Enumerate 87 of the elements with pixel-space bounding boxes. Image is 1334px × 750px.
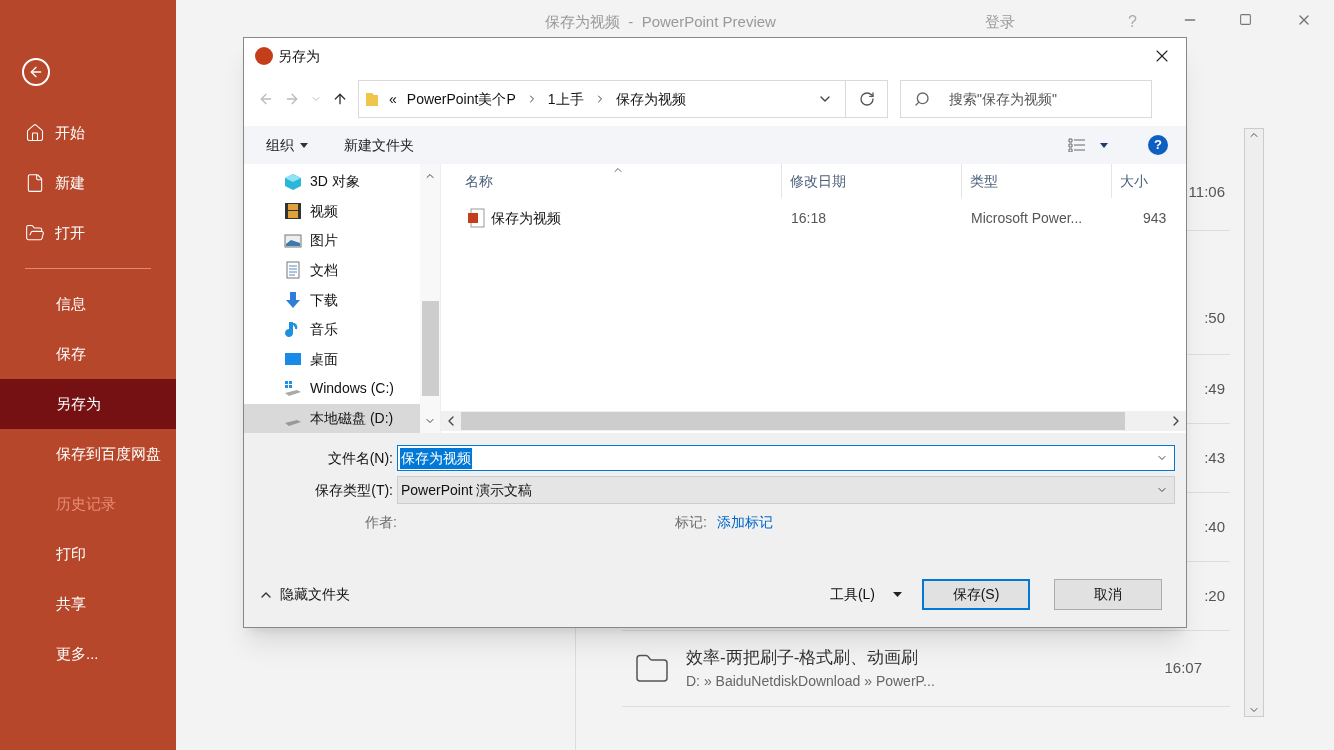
recent-folder-row[interactable]: 效率-两把刷子-格式刷、动画刷 D: » BaiduNetdiskDownload » PowerP... 16:07 — [622, 631, 1230, 707]
folder-icon — [25, 223, 45, 243]
new-folder-button[interactable]: 新建文件夹 — [344, 134, 1068, 156]
home-icon — [25, 123, 45, 143]
file-name-field[interactable]: 保存为视频 — [397, 445, 1175, 471]
folder-time: 16:07 — [1164, 658, 1202, 679]
caret-icon — [300, 142, 308, 148]
breadcrumb-item[interactable]: 保存为视频 — [615, 88, 686, 110]
organize-menu[interactable]: 组织 — [266, 134, 308, 156]
tags-label: 标记: — [675, 512, 707, 532]
nav-item[interactable]: 视频 — [244, 196, 420, 227]
recent-time: :20 — [1204, 585, 1225, 606]
drive-icon — [284, 379, 302, 398]
nav-item[interactable]: 文档 — [244, 255, 420, 286]
cube-icon — [284, 172, 302, 191]
nav-item[interactable]: 桌面 — [244, 344, 420, 374]
folder-name: 效率-两把刷子-格式刷、动画刷 — [686, 647, 920, 670]
refresh-icon — [858, 91, 875, 107]
sidebar-item[interactable]: 开始 — [0, 108, 176, 158]
add-tag-link[interactable]: 添加标记 — [716, 511, 773, 533]
scroll-thumb[interactable] — [461, 412, 1125, 430]
sidebar-item[interactable]: 保存 — [0, 329, 176, 379]
sidebar-item[interactable]: 共享 — [0, 579, 176, 629]
list-view-icon — [1068, 138, 1086, 152]
document-icon — [284, 261, 302, 280]
scroll-thumb[interactable] — [421, 301, 439, 396]
table-cell-text: 943 — [1143, 208, 1168, 228]
sidebar-item[interactable]: 更多... — [0, 629, 176, 679]
nav-item[interactable]: 音乐 — [244, 314, 420, 345]
powerpoint-icon — [254, 46, 274, 66]
recent-time: :50 — [1204, 307, 1225, 328]
sidebar-item[interactable]: 打印 — [0, 529, 176, 579]
nav-item[interactable]: Windows (C:) — [244, 373, 420, 404]
image-icon — [284, 231, 302, 250]
forward-icon[interactable] — [284, 91, 300, 107]
nav-item[interactable]: 3D 对象 — [244, 167, 420, 197]
download-arrow-icon — [284, 291, 302, 310]
dialog-title: 另存为 — [278, 46, 321, 66]
author-label: 作者: — [364, 512, 397, 532]
back-button[interactable] — [22, 58, 50, 86]
pptx-file-icon — [467, 208, 485, 228]
table-cell-text: 16:18 — [790, 208, 828, 228]
file-icon — [25, 173, 45, 193]
column-header[interactable]: 类型 — [961, 164, 1111, 198]
breadcrumb-overflow[interactable]: « — [389, 88, 397, 110]
recent-time: 11:06 — [1188, 182, 1225, 203]
up-icon[interactable] — [332, 91, 348, 107]
search-icon — [914, 91, 930, 107]
column-header[interactable]: 名称 — [441, 164, 781, 198]
folder-path: D: » BaiduNetdiskDownload » PowerP... — [686, 671, 936, 691]
cancel-button[interactable]: 取消 — [1054, 579, 1162, 610]
sidebar-item[interactable]: 另存为 — [0, 379, 176, 429]
selected-text: 保存为视频 — [400, 447, 472, 469]
search-field[interactable]: 搜索"保存为视频" — [900, 80, 1152, 118]
file-name-label: 文件名(N): — [326, 448, 394, 468]
sidebar-item[interactable]: 信息 — [0, 279, 176, 329]
folder-icon — [365, 91, 379, 107]
breadcrumb-item[interactable]: 1上手 — [547, 88, 584, 110]
hide-folders-button[interactable]: 隐藏文件夹 — [258, 584, 830, 605]
column-header[interactable]: 修改日期 — [781, 164, 961, 198]
drive-icon — [284, 420, 302, 427]
sidebar-item[interactable]: 打开 — [0, 208, 176, 258]
breadcrumb-item[interactable]: PowerPoint美个P — [406, 88, 516, 110]
file-name[interactable]: 保存为视频 — [491, 207, 561, 229]
sidebar-item[interactable]: 保存到百度网盘 — [0, 429, 176, 479]
sidebar-item[interactable]: 新建 — [0, 158, 176, 208]
film-icon — [284, 202, 302, 221]
nav-item[interactable]: 下载 — [244, 285, 420, 315]
save-button[interactable]: 保存(S) — [922, 579, 1030, 610]
nav-item[interactable]: 本地磁盘 (D:) — [244, 403, 420, 434]
recent-time: :40 — [1204, 516, 1225, 537]
caret-icon — [893, 592, 902, 597]
view-menu[interactable] — [1068, 138, 1108, 152]
file-type-dropdown[interactable]: PowerPoint 演示文稿 — [397, 476, 1175, 504]
table-cell-text: Microsoft Power... — [970, 208, 1084, 228]
column-header[interactable]: 大小 — [1111, 164, 1186, 198]
tools-menu[interactable]: 工具(L) — [829, 584, 902, 605]
back-icon[interactable] — [258, 91, 274, 107]
recent-time: :43 — [1204, 447, 1225, 468]
maximize-icon[interactable] — [1239, 13, 1252, 26]
window-title: 保存为视频 - PowerPoint Preview — [545, 12, 776, 32]
nav-item[interactable]: 图片 — [244, 226, 420, 256]
caret-icon — [1100, 142, 1108, 148]
address-bar[interactable]: « PowerPoint美个P 1上手 保存为视频 — [358, 80, 888, 118]
help-icon[interactable]: ? — [1148, 135, 1168, 155]
recent-time: :49 — [1204, 378, 1225, 399]
file-type-label: 保存类型(T): — [314, 480, 394, 500]
